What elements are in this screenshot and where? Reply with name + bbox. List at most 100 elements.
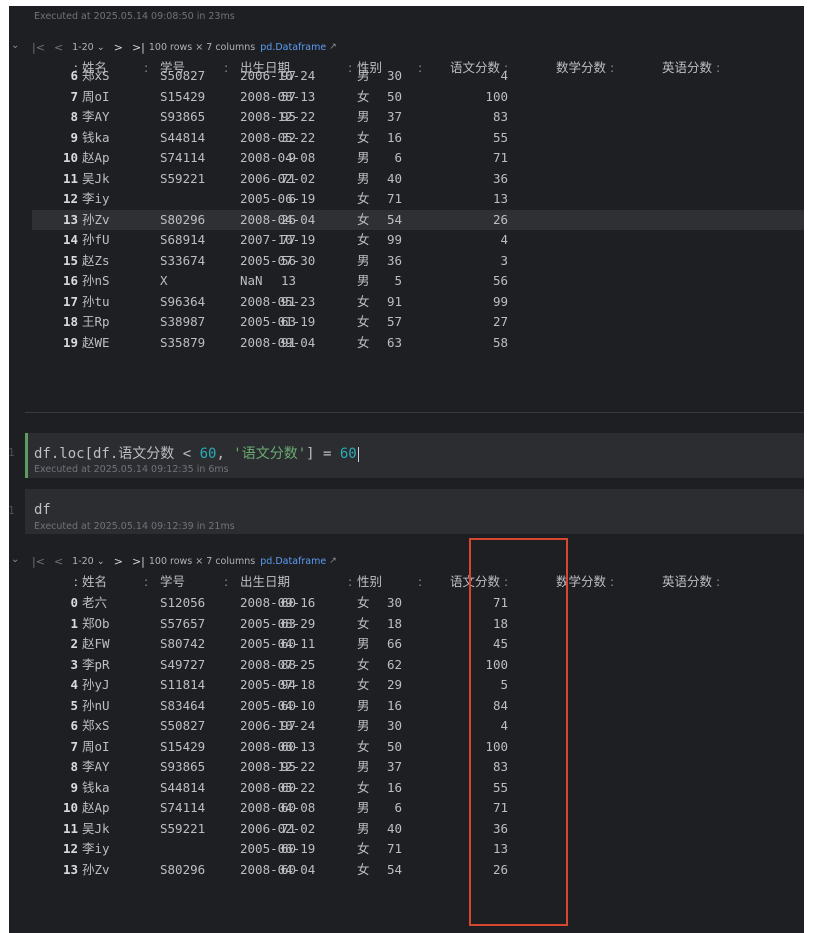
table-row[interactable]: 12 李iy 2005-06-19 女 60 71 13 — [32, 839, 804, 860]
table-row[interactable]: 15 赵Zs S33674 2005-07-30 男 56 36 3 — [32, 251, 804, 272]
cell-chinese-score[interactable]: 88 — [281, 655, 296, 676]
cell-dob[interactable]: 2008-04-04 — [240, 210, 315, 231]
cell-math-score[interactable]: 71 — [387, 839, 402, 860]
cell-name[interactable]: 孙tu — [82, 292, 110, 313]
cell-chinese-score[interactable]: 26 — [281, 210, 296, 231]
cell-english-score[interactable]: 71 — [493, 798, 508, 819]
cell-chinese-score[interactable]: 60 — [281, 778, 296, 799]
cell-sex[interactable]: 男 — [357, 148, 370, 169]
cell-dob[interactable]: 2005-07-18 — [240, 675, 315, 696]
cell-name[interactable]: 赵Zs — [82, 251, 110, 272]
row-index[interactable]: 3 — [46, 655, 78, 676]
cell-math-score[interactable]: 18 — [387, 614, 402, 635]
cell-dob[interactable]: 2005-08-29 — [240, 614, 315, 635]
cell-name[interactable]: 孙nU — [82, 696, 110, 717]
cell-english-score[interactable]: 100 — [485, 737, 508, 758]
cell-math-score[interactable]: 37 — [387, 757, 402, 778]
table-row[interactable]: 13 孙Zv S80296 2008-04-04 女 26 54 26 — [32, 209, 804, 231]
cell-english-score[interactable]: 26 — [493, 210, 508, 231]
cell-student-id[interactable]: S12056 — [160, 593, 205, 614]
cell-dob[interactable]: 2008-12-22 — [240, 107, 315, 128]
cell-student-id[interactable]: S35879 — [160, 333, 205, 354]
table-row[interactable]: 2 赵FW S80742 2005-04-11 男 60 66 45 — [32, 634, 804, 655]
row-index[interactable]: 17 — [46, 292, 78, 313]
cell-name[interactable]: 周oI — [82, 87, 110, 108]
cell-english-score[interactable]: 55 — [493, 778, 508, 799]
cell-math-score[interactable]: 54 — [387, 860, 402, 881]
cell-english-score[interactable]: 83 — [493, 757, 508, 778]
cell-math-score[interactable]: 6 — [394, 148, 402, 169]
table-row[interactable]: 13 孙Zv S80296 2008-04-04 女 60 54 26 — [32, 860, 804, 881]
cell-sex[interactable]: 女 — [357, 655, 370, 676]
cell-name[interactable]: 钱ka — [82, 128, 110, 149]
row-index[interactable]: 12 — [46, 189, 78, 210]
cell-dob[interactable]: 2006-02-02 — [240, 169, 315, 190]
cell-english-score[interactable]: 36 — [493, 169, 508, 190]
cell-chinese-score[interactable]: 63 — [281, 614, 296, 635]
cell-sex[interactable]: 女 — [357, 675, 370, 696]
cell-name[interactable]: 李AY — [82, 757, 110, 778]
first-page-button[interactable]: |< — [32, 41, 45, 54]
table-row[interactable]: 12 李iy 2005-06-19 女 6 71 13 — [32, 189, 804, 210]
row-index[interactable]: 13 — [46, 210, 78, 231]
row-index[interactable]: 7 — [46, 737, 78, 758]
table-row[interactable]: 3 李pR S49727 2008-07-25 女 88 62 100 — [32, 655, 804, 676]
row-index[interactable]: 15 — [46, 251, 78, 272]
column-header-chinese[interactable]: 语文分数: — [450, 571, 508, 593]
cell-math-score[interactable]: 54 — [387, 210, 402, 231]
row-index[interactable]: 14 — [46, 230, 78, 251]
cell-sex[interactable]: 男 — [357, 716, 370, 737]
cell-name[interactable]: 李iy — [82, 189, 110, 210]
cell-chinese-score[interactable]: 56 — [281, 251, 296, 272]
collapse-chevron-icon[interactable]: ⌄ — [11, 40, 19, 51]
table-row[interactable]: 17 孙tu S96364 2008-05-23 女 91 91 99 — [32, 292, 804, 313]
cell-math-score[interactable]: 6 — [394, 798, 402, 819]
cell-name[interactable]: 吴Jk — [82, 819, 110, 840]
cell-dob[interactable]: 2005-04-10 — [240, 696, 315, 717]
cell-sex[interactable]: 男 — [357, 107, 370, 128]
cell-math-score[interactable]: 66 — [387, 634, 402, 655]
cell-student-id[interactable]: S93865 — [160, 107, 205, 128]
row-index[interactable]: 18 — [46, 312, 78, 333]
cell-english-score[interactable]: 45 — [493, 634, 508, 655]
cell-student-id[interactable]: S50827 — [160, 66, 205, 87]
cell-english-score[interactable]: 18 — [493, 614, 508, 635]
table-row[interactable]: 6 郑xS S50827 2006-10-24 男 97 30 4 — [32, 66, 804, 87]
row-index[interactable]: 11 — [46, 169, 78, 190]
cell-sex[interactable]: 女 — [357, 839, 370, 860]
cell-english-score[interactable]: 13 — [493, 189, 508, 210]
page-range-select[interactable]: 1-20 ⌄ — [72, 556, 105, 567]
cell-student-id[interactable]: S68914 — [160, 230, 205, 251]
table-row[interactable]: 14 孙fU S68914 2007-10-19 女 77 99 4 — [32, 230, 804, 251]
cell-name[interactable]: 孙yJ — [82, 675, 110, 696]
cell-chinese-score[interactable]: 6 — [288, 189, 296, 210]
cell-math-score[interactable]: 50 — [387, 87, 402, 108]
cell-sex[interactable]: 女 — [357, 292, 370, 313]
cell-chinese-score[interactable]: 57 — [281, 87, 296, 108]
row-index[interactable]: 12 — [46, 839, 78, 860]
cell-dob[interactable]: 2008-07-25 — [240, 655, 315, 676]
cell-dob[interactable]: NaN — [240, 271, 263, 292]
cell-name[interactable]: 李iy — [82, 839, 110, 860]
cell-math-score[interactable]: 63 — [387, 333, 402, 354]
column-header-dob[interactable]: 出生日期 — [240, 571, 290, 593]
next-page-button[interactable]: > — [114, 41, 123, 54]
code-line[interactable]: df.loc[df.语文分数 < 60, '语文分数'] = 60 — [34, 443, 359, 463]
cell-math-score[interactable]: 29 — [387, 675, 402, 696]
cell-chinese-score[interactable]: 91 — [281, 333, 296, 354]
column-menu-icon[interactable]: : — [144, 571, 148, 593]
row-index[interactable]: 2 — [46, 634, 78, 655]
cell-chinese-score[interactable]: 91 — [281, 292, 296, 313]
cell-dob[interactable]: 2008-05-22 — [240, 128, 315, 149]
cell-name[interactable]: 孙Zv — [82, 210, 110, 231]
cell-student-id[interactable]: S59221 — [160, 169, 205, 190]
cell-chinese-score[interactable]: 63 — [281, 312, 296, 333]
cell-dob[interactable]: 2006-10-24 — [240, 716, 315, 737]
table-row[interactable]: 8 李AY S93865 2008-12-22 男 95 37 83 — [32, 107, 804, 128]
cell-math-score[interactable]: 16 — [387, 778, 402, 799]
row-index[interactable]: 16 — [46, 271, 78, 292]
last-page-button[interactable]: >| — [132, 41, 145, 54]
cell-chinese-score[interactable]: 9 — [288, 148, 296, 169]
cell-math-score[interactable]: 30 — [387, 66, 402, 87]
row-index[interactable]: 8 — [46, 107, 78, 128]
